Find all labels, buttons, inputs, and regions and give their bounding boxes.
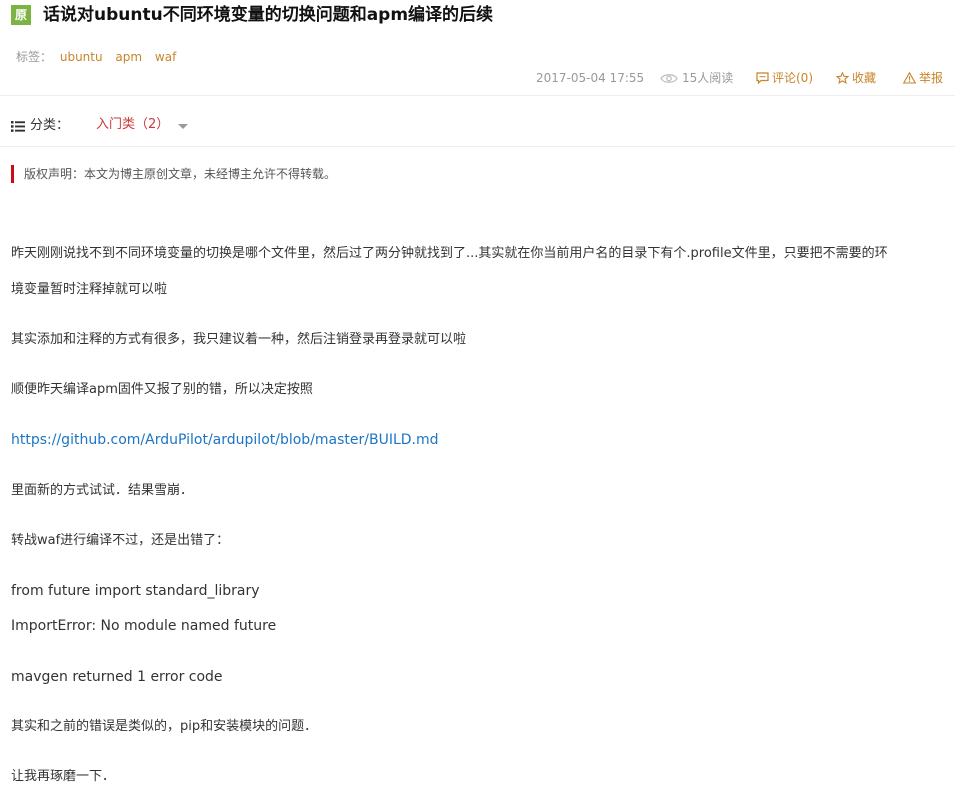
tag-link-apm[interactable]: apm — [115, 50, 142, 64]
paragraph: 让我再琢磨一下． — [11, 769, 116, 784]
category-bar: 分类： 入门类（2） — [0, 96, 955, 147]
tags-label: 标签： — [16, 50, 53, 64]
favorite-label: 收藏 — [852, 71, 877, 85]
favorite-button[interactable]: 收藏 — [835, 70, 877, 86]
paragraph: 昨天刚刚说找不到不同环境变量的切换是哪个文件里，然后过了两分钟就找到了...其实… — [11, 246, 888, 261]
error-line: from future import standard_library — [11, 583, 260, 599]
paragraph: 其实和之前的错误是类似的，pip和安装模块的问题． — [11, 719, 318, 734]
warning-icon — [902, 71, 917, 84]
paragraph: 境变量暂时注释掉就可以啦 — [11, 282, 168, 297]
original-badge: 原 — [11, 5, 31, 25]
tag-link-ubuntu[interactable]: ubuntu — [60, 50, 103, 64]
chevron-down-icon[interactable] — [178, 124, 188, 129]
eye-icon — [660, 74, 678, 83]
report-button[interactable]: 举报 — [902, 70, 944, 86]
article-title: 话说对ubuntu不同环境变量的切换问题和apm编译的后续 — [43, 5, 494, 25]
category-dropdown[interactable]: 入门类（2） — [96, 117, 169, 133]
report-label: 举报 — [919, 71, 944, 85]
category-label: 分类： — [30, 118, 70, 133]
error-line: mavgen returned 1 error code — [11, 669, 223, 685]
comment-label: 评论(0) — [772, 71, 813, 85]
paragraph: 转战waf进行编译不过，还是出错了： — [11, 533, 230, 548]
view-count-label: 15人阅读 — [682, 71, 734, 85]
paragraph: 其实添加和注释的方式有很多，我只建议着一种，然后注销登录再登录就可以啦 — [11, 332, 467, 347]
build-doc-link[interactable]: https://github.com/ArduPilot/ardupilot/b… — [11, 432, 439, 448]
paragraph: 顺便昨天编译apm固件又报了别的错，所以决定按照 — [11, 382, 313, 397]
error-line: ImportError: No module named future — [11, 618, 277, 634]
list-icon — [11, 121, 25, 132]
paragraph: 里面新的方式试试．结果雪崩． — [11, 483, 194, 498]
copyright-notice: 版权声明：本文为博主原创文章，未经博主允许不得转载。 — [11, 165, 336, 183]
comment-button[interactable]: 评论(0) — [756, 70, 813, 86]
view-count: 15人阅读 — [660, 70, 733, 86]
post-date: 2017-05-04 17:55 — [536, 71, 645, 85]
article-header: 原 话说对ubuntu不同环境变量的切换问题和apm编译的后续 标签： ubun… — [0, 0, 955, 96]
star-icon — [835, 71, 850, 85]
tag-link-waf[interactable]: waf — [155, 50, 176, 64]
tag-list: 标签： ubuntu apm waf — [16, 49, 185, 65]
comment-icon — [756, 72, 769, 85]
